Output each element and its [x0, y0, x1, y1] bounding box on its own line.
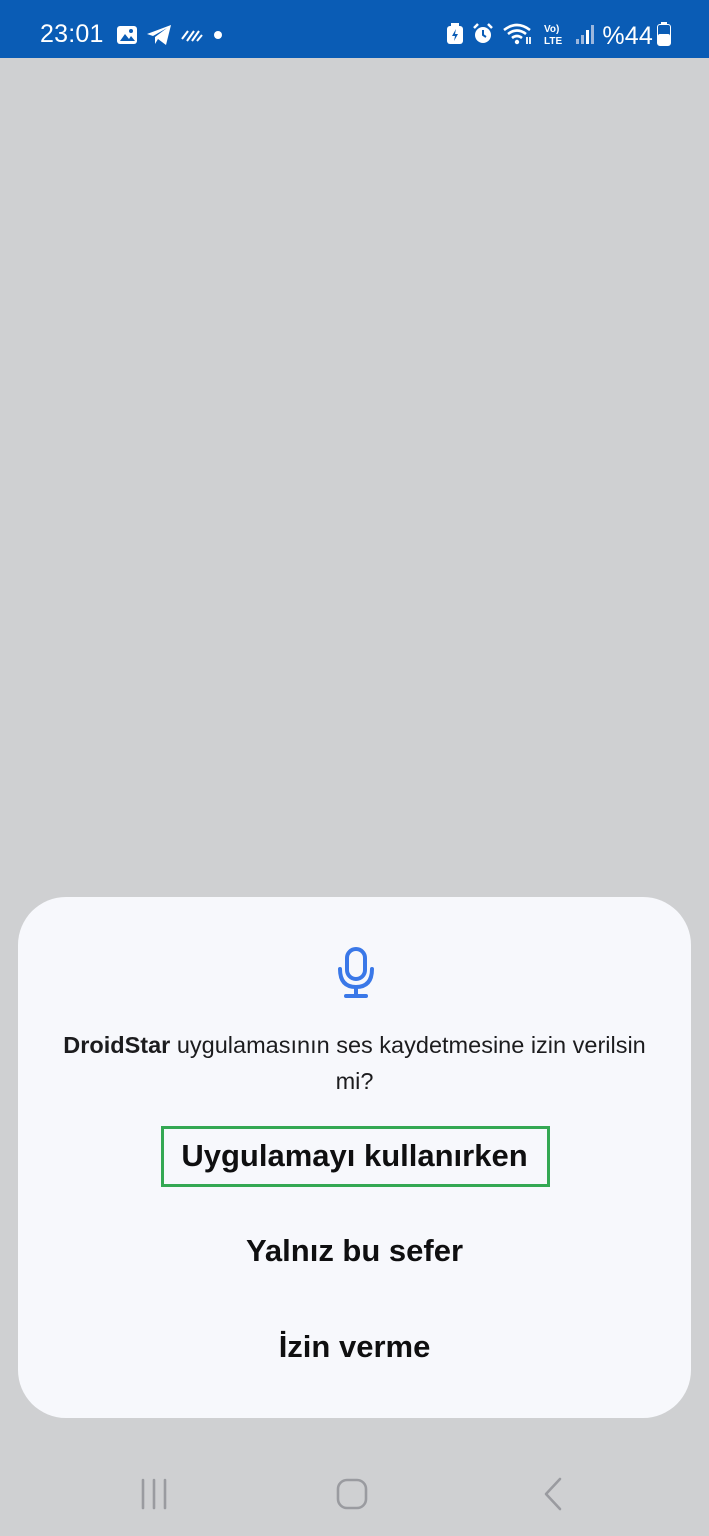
notification-dot-icon [212, 28, 224, 46]
battery-percentage: %44 [602, 21, 653, 50]
signal-icon [574, 23, 595, 50]
app-name: DroidStar [63, 1032, 171, 1058]
home-button[interactable] [332, 1476, 372, 1512]
svg-text:LTE: LTE [544, 36, 562, 47]
gallery-icon [116, 25, 138, 50]
status-bar: 23:01 Vo) LTE %44 [0, 0, 709, 58]
dialog-message: DroidStar uygulamasının ses kaydetmesine… [58, 1027, 651, 1099]
recent-apps-icon [141, 1478, 167, 1510]
microphone-icon [336, 947, 376, 999]
battery-icon [657, 21, 671, 51]
alarm-icon [472, 22, 494, 50]
svg-text:Vo): Vo) [544, 24, 559, 35]
back-icon [544, 1477, 562, 1511]
wifi-icon [502, 22, 534, 51]
permission-dialog: DroidStar uygulamasının ses kaydetmesine… [18, 897, 691, 1418]
dialog-message-text: uygulamasının ses kaydetmesine izin veri… [170, 1032, 646, 1094]
status-left-icons [116, 24, 232, 50]
navigation-bar [0, 1448, 709, 1536]
allow-once-button[interactable]: Yalnız bu sefer [18, 1233, 691, 1269]
recent-apps-button[interactable] [134, 1476, 174, 1512]
battery-saver-icon [446, 22, 464, 50]
volte-icon: Vo) LTE [542, 21, 566, 52]
status-time: 23:01 [40, 20, 104, 48]
home-icon [336, 1478, 368, 1510]
status-right-icons: Vo) LTE %44 [446, 20, 671, 52]
allow-while-using-button[interactable]: Uygulamayı kullanırken [18, 1138, 691, 1174]
deny-button[interactable]: İzin verme [18, 1329, 691, 1365]
data-activity-icon [180, 27, 204, 48]
back-button[interactable] [532, 1476, 572, 1512]
telegram-icon [146, 24, 172, 51]
